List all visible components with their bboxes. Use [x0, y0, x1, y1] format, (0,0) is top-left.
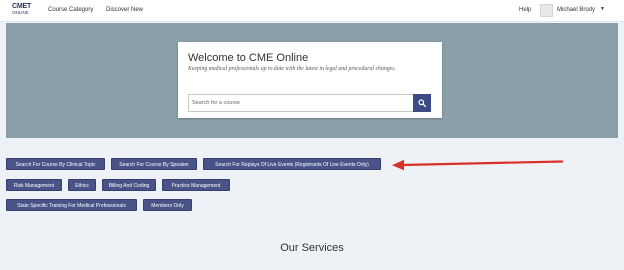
page-title: Welcome to CME Online: [188, 52, 309, 64]
cme-online-logo[interactable]: CMET ONLINE: [12, 3, 32, 18]
logo-text-main: CMET: [12, 3, 32, 10]
billing-and-coding-button[interactable]: Billing And Coding: [102, 179, 156, 191]
caret-down-icon[interactable]: ▼: [600, 6, 605, 12]
our-services-heading: Our Services: [280, 242, 344, 254]
risk-management-button[interactable]: Risk Management: [6, 179, 62, 191]
logo-text-sub: ONLINE: [12, 10, 29, 15]
nav-help-link[interactable]: Help: [519, 7, 531, 13]
members-only-button[interactable]: Members Only: [143, 199, 192, 211]
nav-course-category[interactable]: Course Category: [48, 7, 93, 13]
practice-management-button[interactable]: Practice Management: [162, 179, 230, 191]
user-name-menu[interactable]: Michael Brody: [557, 7, 595, 13]
ethics-button[interactable]: Ethics: [68, 179, 96, 191]
search-button[interactable]: [413, 94, 431, 112]
welcome-search-card: Welcome to CME Online Keeping medical pr…: [178, 42, 442, 118]
state-specific-training-button[interactable]: State Specific Training For Medical Prof…: [6, 199, 137, 211]
top-navbar: CMET ONLINE Course Category Discover New…: [0, 0, 624, 22]
hero-subtitle: Keeping medical professionals up to date…: [188, 66, 396, 72]
user-avatar-icon[interactable]: [540, 4, 553, 17]
course-search-input[interactable]: [188, 94, 414, 112]
search-by-speaker-button[interactable]: Search For Course By Speaker: [111, 158, 197, 170]
search-replays-live-events-button[interactable]: Search For Replays Of Live Events (Regis…: [203, 158, 381, 170]
nav-discover-new[interactable]: Discover New: [106, 7, 143, 13]
search-by-clinical-topic-button[interactable]: Search For Course By Clinical Topic: [6, 158, 105, 170]
search-icon: [418, 99, 426, 107]
arrow-left-icon: [392, 159, 564, 171]
